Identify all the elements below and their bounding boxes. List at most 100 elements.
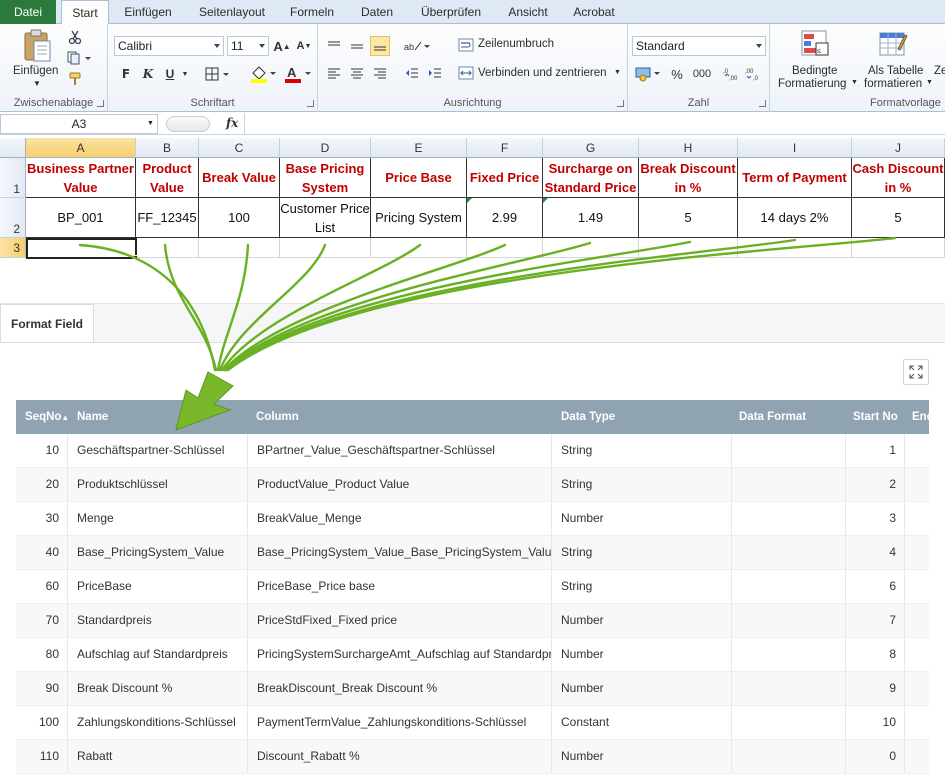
decrease-decimal-icon[interactable]: ,00,0 <box>744 64 764 84</box>
align-bottom-icon[interactable] <box>370 36 390 56</box>
underline-button[interactable]: U <box>160 64 180 84</box>
column-header-i[interactable]: I <box>738 138 852 158</box>
table-row[interactable]: 90 Break Discount % BreakDiscount_Break … <box>16 672 929 706</box>
font-launcher-icon[interactable] <box>307 100 314 107</box>
expand-icon[interactable] <box>903 359 929 385</box>
conditional-formatting-label-2[interactable]: Formatierung <box>778 78 846 90</box>
thousands-button[interactable]: 000 <box>690 64 714 84</box>
select-all-corner[interactable] <box>0 138 26 158</box>
tab-daten[interactable]: Daten <box>352 0 402 24</box>
italic-button[interactable]: K <box>138 64 158 84</box>
row-header-1[interactable]: 1 <box>0 158 26 198</box>
empty-cell[interactable] <box>371 238 467 258</box>
header-cell[interactable]: Business Partner Value <box>26 158 136 198</box>
data-cell[interactable]: 5 <box>852 198 945 238</box>
tab-format-field[interactable]: Format Field <box>0 304 94 342</box>
font-color-icon[interactable]: A <box>282 64 314 84</box>
tab-seitenlayout[interactable]: Seitenlayout <box>192 0 272 24</box>
number-format-combo[interactable]: Standard <box>632 36 766 56</box>
decrease-indent-icon[interactable] <box>402 64 422 84</box>
data-cell[interactable]: 100 <box>199 198 280 238</box>
column-header-seqno[interactable]: SeqNo▲ <box>25 400 75 434</box>
column-header-a[interactable]: A <box>26 138 136 158</box>
column-header-f[interactable]: F <box>467 138 543 158</box>
tab-einfuegen[interactable]: Einfügen <box>116 0 180 24</box>
column-header-b[interactable]: B <box>136 138 199 158</box>
empty-cell[interactable] <box>852 238 945 258</box>
number-launcher-icon[interactable] <box>759 100 766 107</box>
increase-indent-icon[interactable] <box>425 64 445 84</box>
data-cell[interactable]: 2.99 <box>467 198 543 238</box>
column-header-e[interactable]: E <box>371 138 467 158</box>
header-cell[interactable]: Base Pricing System <box>280 158 371 198</box>
active-cell-a3[interactable] <box>26 238 137 259</box>
data-cell[interactable]: BP_001 <box>26 198 136 238</box>
column-header-c[interactable]: C <box>199 138 280 158</box>
empty-cell[interactable] <box>467 238 543 258</box>
formula-input[interactable] <box>244 113 945 134</box>
name-box-dropdown-icon[interactable]: ▼ <box>147 120 154 127</box>
empty-cell[interactable] <box>199 238 280 258</box>
format-as-table-label-1[interactable]: Als Tabelle <box>868 65 923 77</box>
paste-icon[interactable] <box>18 28 56 64</box>
conditional-formatting-icon[interactable]: ≤ <box>798 28 832 60</box>
conditional-formatting-label-1[interactable]: Bedingte <box>792 65 837 77</box>
table-row[interactable]: 80 Aufschlag auf Standardpreis PricingSy… <box>16 638 929 672</box>
orientation-icon[interactable]: ab <box>402 36 432 56</box>
column-header-g[interactable]: G <box>543 138 639 158</box>
tab-acrobat[interactable]: Acrobat <box>566 0 622 24</box>
header-cell[interactable]: Price Base <box>371 158 467 198</box>
conditional-formatting-dropdown-icon[interactable]: ▼ <box>851 79 858 86</box>
column-header-data-format[interactable]: Data Format <box>739 400 844 434</box>
table-row[interactable]: 20 Produktschlüssel ProductValue_Product… <box>16 468 929 502</box>
data-cell[interactable]: FF_12345 <box>136 198 199 238</box>
paste-label[interactable]: Einfügen <box>13 65 58 77</box>
merge-center-icon[interactable] <box>457 64 475 82</box>
header-cell[interactable]: Cash Discount in % <box>852 158 945 198</box>
clipboard-launcher-icon[interactable] <box>97 100 104 107</box>
empty-cell[interactable] <box>543 238 639 258</box>
empty-cell[interactable] <box>280 238 371 258</box>
formula-splitter[interactable] <box>166 116 210 132</box>
column-header-column[interactable]: Column <box>256 400 556 434</box>
underline-dropdown-icon[interactable]: ▼ <box>180 64 190 84</box>
tab-ansicht[interactable]: Ansicht <box>500 0 556 24</box>
fill-color-icon[interactable] <box>248 64 278 84</box>
header-cell[interactable]: Product Value <box>136 158 199 198</box>
tab-ueberpruefen[interactable]: Überprüfen <box>414 0 488 24</box>
table-row[interactable]: 100 Zahlungskonditions-Schlüssel Payment… <box>16 706 929 740</box>
font-name-combo[interactable]: Calibri <box>114 36 224 56</box>
column-header-end[interactable]: End <box>912 400 929 434</box>
table-row[interactable]: 10 Geschäftspartner-Schlüssel BPartner_V… <box>16 434 929 468</box>
column-header-data-type[interactable]: Data Type <box>561 400 731 434</box>
bold-button[interactable]: F <box>116 64 136 84</box>
cell-styles-label[interactable]: Ze <box>934 65 945 77</box>
copy-icon[interactable] <box>66 49 94 67</box>
header-cell[interactable]: Break Value <box>199 158 280 198</box>
alignment-launcher-icon[interactable] <box>617 100 624 107</box>
format-as-table-dropdown-icon[interactable]: ▼ <box>926 79 933 86</box>
format-as-table-icon[interactable] <box>876 28 910 60</box>
row-header-2[interactable]: 2 <box>0 198 26 238</box>
insert-function-button[interactable]: fx <box>226 116 238 130</box>
wrap-text-label[interactable]: Zeilenumbruch <box>478 38 554 50</box>
merge-dropdown-icon[interactable]: ▼ <box>614 69 621 76</box>
header-cell[interactable]: Break Discount in % <box>639 158 738 198</box>
align-center-icon[interactable] <box>347 64 367 84</box>
currency-icon[interactable] <box>634 64 664 84</box>
data-cell[interactable]: Customer Price List <box>280 198 371 238</box>
align-left-icon[interactable] <box>324 64 344 84</box>
data-cell[interactable]: 1.49 <box>543 198 639 238</box>
column-header-d[interactable]: D <box>280 138 371 158</box>
borders-icon[interactable] <box>204 64 232 84</box>
increase-decimal-icon[interactable]: ,0,00 <box>722 64 742 84</box>
name-box[interactable]: A3 <box>0 114 158 134</box>
data-cell[interactable]: 5 <box>639 198 738 238</box>
wrap-text-icon[interactable] <box>457 36 475 54</box>
tab-formeln[interactable]: Formeln <box>284 0 340 24</box>
format-painter-icon[interactable] <box>66 70 84 88</box>
percent-button[interactable]: % <box>668 64 686 84</box>
empty-cell[interactable] <box>738 238 852 258</box>
table-row[interactable]: 30 Menge BreakValue_Menge Number 3 <box>16 502 929 536</box>
grow-font-icon[interactable]: A ▲ <box>272 36 292 56</box>
